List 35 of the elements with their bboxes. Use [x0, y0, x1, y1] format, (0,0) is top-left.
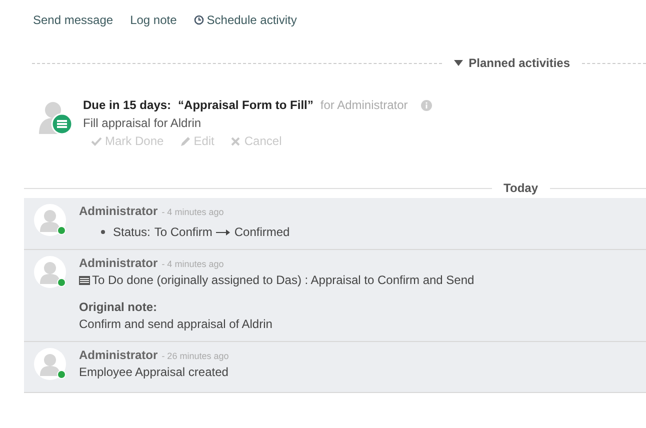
message-text: Employee Appraisal created — [79, 365, 228, 379]
assignee-label: for Administrator — [320, 98, 408, 112]
message-time: - 4 minutes ago — [162, 207, 224, 217]
activity-note: Fill appraisal for Aldrin — [83, 116, 202, 130]
avatar-icon — [34, 348, 66, 380]
chatter-action-link[interactable]: Send message — [33, 10, 114, 30]
author-name: Administrator — [79, 204, 158, 218]
note-text: Confirm and send appraisal of Aldrin — [79, 317, 274, 331]
chatter-action-link[interactable]: Log note — [130, 10, 177, 30]
avatar-icon — [34, 204, 66, 236]
due-label: Due in 15 days: — [83, 98, 172, 112]
bullet-icon — [101, 230, 105, 234]
message-text: To Do done (originally assigned to Das) : Appraisal to Confirm and Send — [92, 273, 474, 287]
check-icon — [91, 136, 102, 146]
section-toggle[interactable]: Planned activities — [442, 56, 582, 70]
author-name: Administrator — [79, 256, 158, 270]
avatar-icon — [34, 256, 66, 288]
pencil-icon — [180, 136, 191, 146]
field-name: Status: — [113, 225, 150, 239]
list-icon — [79, 276, 90, 284]
close-icon — [230, 136, 242, 146]
schedule-activity-link[interactable]: Schedule activity — [194, 10, 297, 30]
old-value: To Confirm — [154, 225, 212, 239]
note-label: Original note: — [79, 300, 158, 314]
author-name: Administrator — [79, 348, 158, 362]
message-time: - 4 minutes ago — [162, 259, 224, 269]
arrow-icon — [216, 228, 230, 236]
info-icon — [420, 100, 432, 110]
new-value: Confirmed — [234, 225, 290, 239]
activity-type-icon — [51, 113, 73, 135]
clock-icon — [194, 15, 204, 25]
date-separator: Today — [502, 181, 539, 195]
activity-title: “Appraisal Form to Fill” — [178, 98, 314, 112]
message-time: - 26 minutes ago — [162, 351, 229, 361]
caret-icon — [454, 60, 463, 66]
